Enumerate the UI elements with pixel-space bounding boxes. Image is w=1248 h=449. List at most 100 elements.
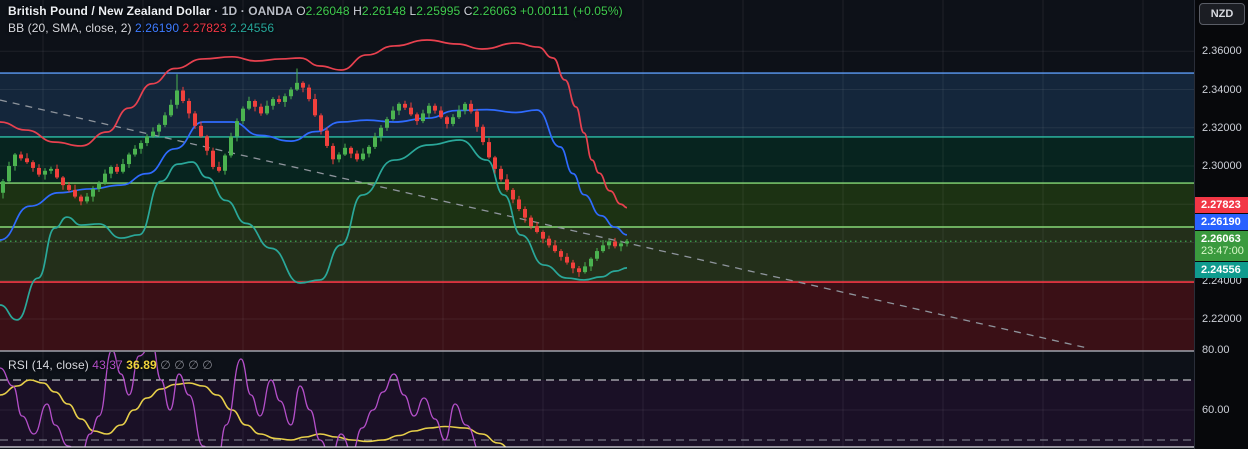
candle xyxy=(481,126,485,143)
candle xyxy=(439,110,443,118)
candle xyxy=(361,153,365,160)
candlestick-chart-canvas[interactable] xyxy=(0,0,1248,449)
candle xyxy=(415,114,419,122)
bb-legend-row[interactable]: BB (20, SMA, close, 2) 2.26190 2.27823 2… xyxy=(8,21,274,35)
open-key: O xyxy=(296,4,306,18)
candle xyxy=(535,226,539,232)
rsi-legend-row[interactable]: RSI (14, close) 43.37 36.89 ∅ ∅ ∅ ∅ xyxy=(8,358,213,372)
candle xyxy=(319,115,323,131)
zone-teal xyxy=(0,136,1195,184)
candle xyxy=(313,99,317,116)
change-value: +0.00111 (+0.05%) xyxy=(520,4,623,18)
candle xyxy=(145,136,149,144)
rsi-ma-value: 36.89 xyxy=(126,358,157,372)
candle xyxy=(25,158,29,163)
candle xyxy=(1,181,5,193)
support-zone-red xyxy=(0,282,1195,351)
axis-tick: 2.36000 xyxy=(1202,45,1242,58)
interval-source: · 1D · OANDA xyxy=(214,4,293,18)
candle xyxy=(187,100,191,114)
candle xyxy=(217,166,221,171)
candle xyxy=(55,168,59,178)
candle xyxy=(367,146,371,154)
bb-middle-label: 2.26190 xyxy=(1195,214,1248,230)
candle xyxy=(133,148,137,155)
candle xyxy=(385,119,389,128)
candle xyxy=(607,241,611,246)
symbol-title: British Pound / New Zealand Dollar xyxy=(8,4,211,18)
candle xyxy=(127,154,131,165)
axis-tick: 80.00 xyxy=(1202,344,1230,356)
symbol-legend-row[interactable]: British Pound / New Zealand Dollar · 1D … xyxy=(8,4,623,18)
candle xyxy=(397,103,401,111)
candle xyxy=(103,173,107,184)
candle xyxy=(331,145,335,160)
candle xyxy=(277,99,281,102)
candle xyxy=(403,103,407,108)
candle xyxy=(223,155,227,171)
rsi-null-params: ∅ ∅ ∅ ∅ xyxy=(160,358,213,372)
close-value: 2.26063 xyxy=(472,4,517,18)
candle xyxy=(463,103,467,111)
candle xyxy=(577,268,581,273)
rsi-label: RSI (14, close) xyxy=(8,358,89,372)
candle xyxy=(325,130,329,146)
currency-toggle-button[interactable]: NZD xyxy=(1199,3,1245,25)
candle xyxy=(553,245,557,252)
axis-tick: 2.30000 xyxy=(1202,160,1242,172)
candle xyxy=(595,251,599,259)
candle xyxy=(37,167,41,175)
candle xyxy=(259,106,263,114)
axis-tick: 2.22000 xyxy=(1202,312,1242,325)
candle xyxy=(31,162,35,168)
price-zones xyxy=(0,73,1195,351)
candle xyxy=(295,82,299,90)
candle xyxy=(337,154,341,160)
bb-upper-label: 2.27823 xyxy=(1195,197,1248,213)
candle xyxy=(97,183,101,189)
candle xyxy=(241,108,245,122)
bb-upper-value: 2.27823 xyxy=(182,21,227,35)
candle xyxy=(469,103,473,112)
candle xyxy=(115,166,119,172)
candle xyxy=(583,266,587,273)
candle xyxy=(139,143,143,149)
rsi-zone xyxy=(0,380,1195,447)
countdown-timer: 23:47:00 xyxy=(1201,245,1244,257)
candle xyxy=(349,147,353,154)
trading-chart-app: British Pound / New Zealand Dollar · 1D … xyxy=(0,0,1248,449)
candle xyxy=(61,177,65,186)
candle xyxy=(451,117,455,124)
candle xyxy=(409,107,413,115)
candle xyxy=(289,89,293,97)
candle xyxy=(19,154,23,159)
candle xyxy=(157,124,161,132)
price-axis[interactable]: NZD 2.36000 2.34000 2.32000 2.30000 2.24000 2… xyxy=(1194,0,1248,449)
candle xyxy=(619,243,623,247)
candle xyxy=(73,189,77,197)
candle xyxy=(79,196,83,202)
candle xyxy=(499,168,503,180)
close-key: C xyxy=(463,4,473,18)
candle xyxy=(511,189,515,200)
candle xyxy=(271,99,275,106)
candle xyxy=(13,154,17,166)
candle xyxy=(613,241,617,247)
candle xyxy=(121,164,125,172)
candle xyxy=(163,115,167,125)
candle xyxy=(67,185,71,190)
candle xyxy=(517,199,521,210)
candle xyxy=(307,87,311,100)
candle xyxy=(151,131,155,137)
candle xyxy=(343,147,347,155)
last-price-label: 2.26063 23:47:00 xyxy=(1195,231,1248,261)
candle xyxy=(589,258,593,267)
zone-green-upper xyxy=(0,183,1195,227)
candle xyxy=(301,82,305,88)
candle xyxy=(253,100,257,107)
candle xyxy=(175,90,179,105)
candle xyxy=(427,105,431,114)
candle xyxy=(541,231,545,239)
candle xyxy=(247,100,251,109)
open-value: 2.26048 xyxy=(305,4,350,18)
